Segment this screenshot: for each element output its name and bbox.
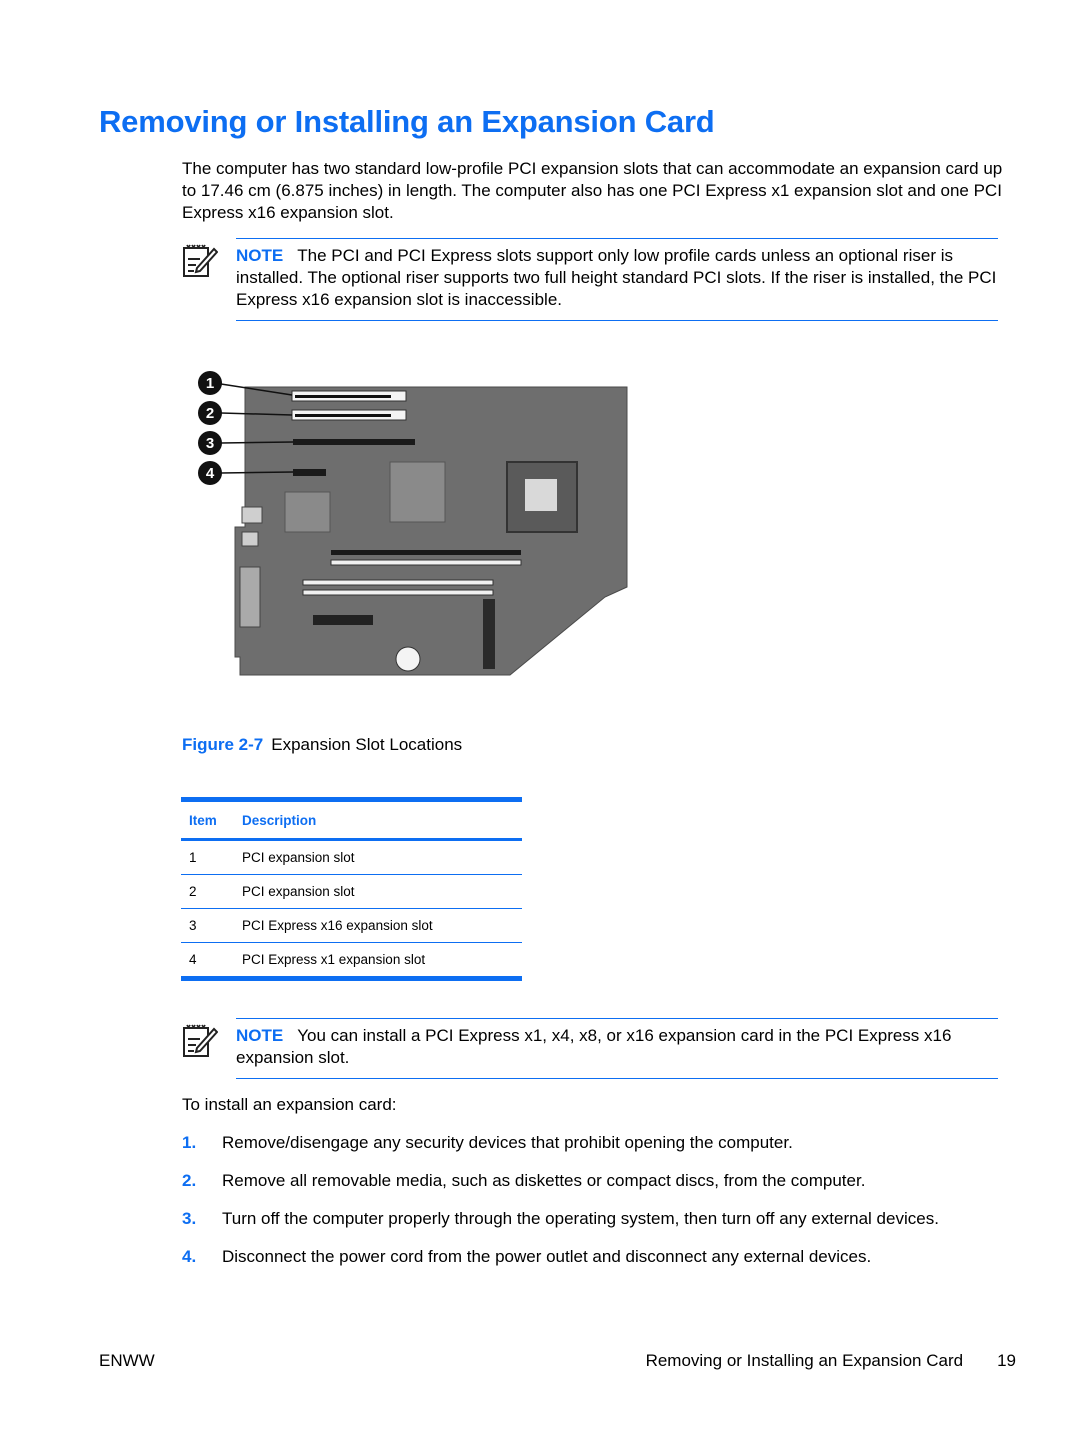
expansion-slot-table: Item Description 1 PCI expansion slot 2 … [181,797,522,981]
figure-caption: Figure 2-7 Expansion Slot Locations [182,735,462,755]
table-row: 3 PCI Express x16 expansion slot [181,908,522,943]
usb-port [241,531,259,547]
table-row: 1 PCI expansion slot [181,839,522,875]
item-description: PCI Express x1 expansion slot [242,952,426,967]
item-number: 3 [181,908,234,943]
procedure-lead: To install an expansion card: [182,1095,397,1114]
step-text: Remove all removable media, such as disk… [222,1171,866,1190]
battery [395,646,421,672]
item-description: PCI expansion slot [234,839,522,875]
figure-caption-text: Expansion Slot Locations [271,735,463,754]
memory-slot [302,589,494,596]
table-row: 4 PCI Express x1 expansion slot [181,943,522,979]
system-board-illustration: 1 2 3 4 [198,371,628,676]
expansion-slot-figure: 1 2 3 4 [195,367,630,677]
table-row: 2 PCI expansion slot [181,874,522,909]
step-text: Turn off the computer properly through t… [222,1209,939,1228]
pcie-x16-slot-3 [293,439,415,445]
note-label: NOTE [236,246,284,265]
footer-section: Removing or Installing an Expansion Card… [646,1351,1016,1371]
step-number: 4. [182,1247,197,1266]
procedure-steps: 1. Remove/disengage any security devices… [182,1132,1012,1284]
callout-label: 2 [206,405,214,422]
column-header-description: Description [234,799,522,841]
ide-connector [483,599,495,669]
memory-slot [331,550,521,555]
step-number: 3. [182,1209,197,1228]
step-item: 2. Remove all removable media, such as d… [182,1170,1012,1208]
memory-slot [302,579,494,586]
memory-slot [330,559,522,566]
footer-section-title: Removing or Installing an Expansion Card [645,1351,964,1370]
item-description: PCI expansion slot [234,874,522,909]
item-description: PCI Express x16 expansion slot [234,908,522,943]
footer-locale: ENWW [99,1351,155,1370]
note-pcie-compat: NOTE You can install a PCI Express x1, x4… [182,1018,998,1079]
step-item: 3. Turn off the computer properly throug… [182,1208,1012,1246]
note-pencil-icon [183,1024,218,1057]
page-number: 19 [997,1351,1016,1370]
column-header-item: Item [181,799,234,841]
step-number: 2. [182,1171,197,1190]
callout-label: 4 [206,465,215,482]
item-number: 2 [181,874,234,909]
step-item: 1. Remove/disengage any security devices… [182,1132,1012,1170]
intro-paragraph: The computer has two standard low-profil… [182,159,1003,222]
step-text: Disconnect the power cord from the power… [222,1247,872,1266]
page-title: Removing or Installing an Expansion Card [99,104,715,139]
usb-port [241,506,263,524]
item-number: 1 [181,839,234,875]
header-connector [313,615,373,625]
note-pencil-icon [183,244,218,277]
callout-label: 1 [206,375,214,392]
cpu-socket-center [525,479,557,511]
callout-label: 3 [206,435,214,452]
note-text: You can install a PCI Express x1, x4, x8… [236,1026,952,1067]
note-riser: NOTE The PCI and PCI Express slots suppor… [182,238,998,321]
note-text: The PCI and PCI Express slots support on… [236,246,997,309]
item-number: 4 [189,952,197,967]
note-label: NOTE [236,1026,284,1045]
heatsink-northbridge [389,461,446,523]
heatsink-southbridge [284,491,331,533]
step-number: 1. [182,1133,197,1152]
figure-label: Figure 2-7 [182,735,264,754]
parallel-port [239,566,261,628]
step-item: 4. Disconnect the power cord from the po… [182,1246,1012,1284]
pcie-x1-slot-4 [293,469,326,476]
step-text: Remove/disengage any security devices th… [222,1133,793,1152]
